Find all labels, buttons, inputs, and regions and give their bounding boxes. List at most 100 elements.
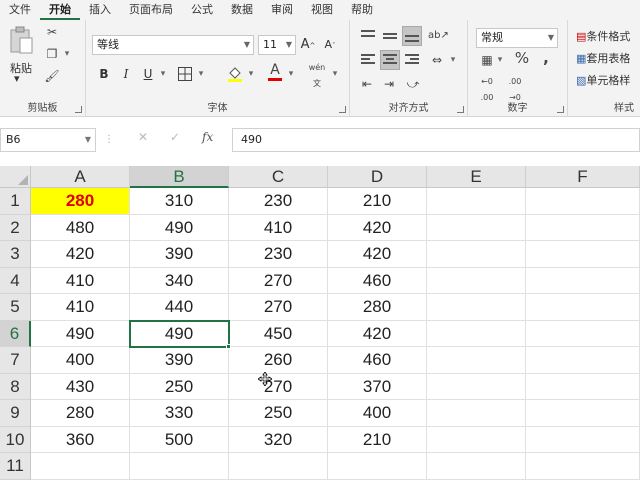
text-orientation-icon[interactable]: ab↗ (428, 28, 449, 44)
align-bottom-button[interactable] (402, 26, 422, 46)
copy-icon[interactable]: ❐ (44, 46, 60, 62)
conditional-formatting-button[interactable]: ▤条件格式 (576, 28, 630, 44)
cell-f5[interactable] (526, 294, 640, 321)
cell-b6[interactable]: 490 (130, 320, 229, 347)
cell-a9[interactable]: 280 (31, 400, 130, 427)
cell-f9[interactable] (526, 400, 640, 427)
tab-formulas[interactable]: 公式 (182, 0, 222, 20)
cell-a3[interactable]: 420 (31, 241, 130, 268)
cell-e3[interactable] (427, 241, 526, 268)
borders-icon[interactable] (176, 66, 194, 86)
font-name-select[interactable]: 等线 ▼ (92, 35, 254, 55)
name-box[interactable]: B6 ▼ (0, 128, 96, 152)
tab-data[interactable]: 数据 (222, 0, 262, 20)
cell-c6[interactable]: 450 (229, 320, 328, 347)
cell-e5[interactable] (427, 294, 526, 321)
merge-center-icon[interactable]: ⇔ (428, 52, 446, 68)
cell-a6[interactable]: 490 (31, 320, 130, 347)
align-middle-button[interactable] (380, 26, 400, 46)
dialog-launcher-icon[interactable] (339, 106, 346, 113)
cell-d4[interactable]: 460 (328, 267, 427, 294)
cell-b4[interactable]: 340 (130, 267, 229, 294)
italic-button[interactable]: I (116, 64, 136, 84)
row-header-4[interactable]: 4 (0, 267, 31, 294)
orientation-icon[interactable]: ⤻ (404, 76, 422, 92)
align-center-button[interactable] (380, 50, 400, 70)
column-header-c[interactable]: C (229, 166, 328, 188)
cell-b10[interactable]: 500 (130, 426, 229, 453)
column-header-f[interactable]: F (526, 166, 640, 188)
cell-a7[interactable]: 400 (31, 347, 130, 374)
tab-help[interactable]: 帮助 (342, 0, 382, 20)
cell-b8[interactable]: 250 (130, 373, 229, 400)
cell-e4[interactable] (427, 267, 526, 294)
cell-e6[interactable] (427, 320, 526, 347)
cell-e9[interactable] (427, 400, 526, 427)
cell-d6[interactable]: 420 (328, 320, 427, 347)
select-all-button[interactable] (0, 166, 31, 188)
cell-b9[interactable]: 330 (130, 400, 229, 427)
cell-d7[interactable]: 460 (328, 347, 427, 374)
cell-c8[interactable]: 270 (229, 373, 328, 400)
cell-b5[interactable]: 440 (130, 294, 229, 321)
phonetic-guide-icon[interactable]: wén 文 (306, 60, 328, 92)
dialog-launcher-icon[interactable] (457, 106, 464, 113)
cell-c10[interactable]: 320 (229, 426, 328, 453)
cell-e1[interactable] (427, 188, 526, 215)
row-header-8[interactable]: 8 (0, 373, 31, 400)
cell-e10[interactable] (427, 426, 526, 453)
column-header-d[interactable]: D (328, 166, 427, 188)
accounting-format-icon[interactable]: ▦ (478, 52, 496, 68)
confirm-entry-icon[interactable]: ✓ (170, 130, 180, 144)
cell-d5[interactable]: 280 (328, 294, 427, 321)
cell-c5[interactable]: 270 (229, 294, 328, 321)
formula-input[interactable]: 490 (232, 128, 640, 152)
fill-color-icon[interactable] (226, 64, 244, 86)
column-header-e[interactable]: E (427, 166, 526, 188)
cell-e8[interactable] (427, 373, 526, 400)
row-header-5[interactable]: 5 (0, 294, 31, 321)
cell-a2[interactable]: 480 (31, 214, 130, 241)
formula-bar-grip-icon[interactable]: ⋮ (104, 134, 114, 145)
cut-icon[interactable]: ✂ (44, 24, 60, 40)
font-size-select[interactable]: 11 ▼ (258, 35, 296, 55)
cell-d1[interactable]: 210 (328, 188, 427, 215)
increase-indent-icon[interactable]: ⇥ (380, 76, 398, 92)
number-format-select[interactable]: 常规 ▼ (476, 28, 558, 48)
cell-a5[interactable]: 410 (31, 294, 130, 321)
percent-button[interactable]: % (514, 50, 530, 66)
bold-button[interactable]: B (94, 64, 114, 84)
tab-file[interactable]: 文件 (0, 0, 40, 20)
insert-function-button[interactable]: fx (202, 130, 213, 144)
shrink-font-button[interactable]: Aˇ (320, 35, 340, 55)
chevron-down-icon[interactable]: ▾ (196, 66, 206, 82)
align-top-button[interactable] (358, 26, 378, 46)
cell-f2[interactable] (526, 214, 640, 241)
column-header-a[interactable]: A (31, 166, 130, 188)
paste-button[interactable] (8, 26, 34, 56)
cancel-entry-icon[interactable]: ✕ (138, 130, 148, 144)
cell-c1[interactable]: 230 (229, 188, 328, 215)
format-painter-icon[interactable]: 🖌 (44, 68, 60, 84)
cell-c7[interactable]: 260 (229, 347, 328, 374)
cell-f3[interactable] (526, 241, 640, 268)
cell-b1[interactable]: 310 (130, 188, 229, 215)
cell-d11[interactable] (328, 453, 427, 480)
chevron-down-icon[interactable]: ▾ (448, 52, 458, 68)
cell-f4[interactable] (526, 267, 640, 294)
tab-review[interactable]: 审阅 (262, 0, 302, 20)
cell-b2[interactable]: 490 (130, 214, 229, 241)
cell-f6[interactable] (526, 320, 640, 347)
cell-styles-button[interactable]: ▧单元格样 (576, 72, 630, 88)
chevron-down-icon[interactable]: ▾ (330, 66, 340, 82)
cell-c2[interactable]: 410 (229, 214, 328, 241)
cell-a1[interactable]: 280 (31, 188, 130, 215)
cell-a10[interactable]: 360 (31, 426, 130, 453)
cell-c9[interactable]: 250 (229, 400, 328, 427)
chevron-down-icon[interactable]: ▾ (158, 66, 168, 82)
cell-f8[interactable] (526, 373, 640, 400)
row-header-2[interactable]: 2 (0, 214, 31, 241)
chevron-down-icon[interactable]: ▾ (496, 52, 504, 68)
chevron-down-icon[interactable]: ▾ (286, 66, 296, 82)
cell-c4[interactable]: 270 (229, 267, 328, 294)
